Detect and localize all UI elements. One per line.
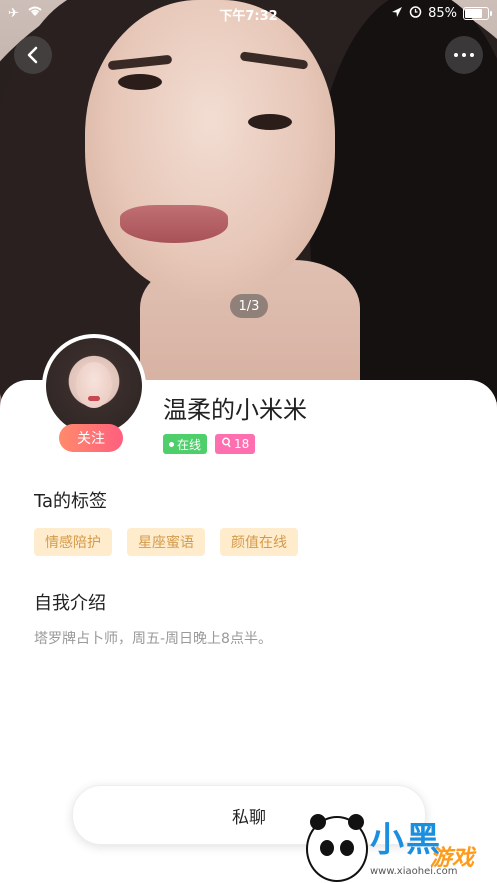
intro-text: 塔罗牌占卜师，周五-周日晚上8点半。	[34, 631, 272, 647]
back-button[interactable]	[14, 36, 52, 74]
tag-list: 情感陪护 星座蜜语 颜值在线	[34, 528, 298, 556]
watermark-logo: 小黑 游戏 www.xiaohei.com	[300, 810, 497, 883]
more-icon	[454, 53, 474, 57]
status-bar: ✈ 下午7:32 85%	[0, 0, 497, 26]
location-icon	[391, 6, 403, 22]
tag-item: 情感陪护	[34, 528, 112, 556]
alarm-icon	[409, 5, 422, 22]
photo-pager: 1/3	[230, 294, 268, 318]
tag-item: 颜值在线	[220, 528, 298, 556]
panda-icon	[306, 814, 368, 882]
age-badge: 18	[215, 434, 256, 454]
battery-percent: 85%	[428, 6, 457, 21]
online-dot-icon	[169, 441, 174, 447]
online-badge: 在线	[163, 434, 208, 454]
female-icon	[221, 437, 231, 452]
tags-title: Ta的标签	[34, 491, 108, 512]
intro-title: 自我介绍	[34, 593, 106, 614]
tag-item: 星座蜜语	[127, 528, 205, 556]
more-button[interactable]	[445, 36, 483, 74]
avatar[interactable]	[42, 334, 146, 438]
profile-name: 温柔的小米米	[163, 396, 307, 424]
online-label: 在线	[177, 437, 202, 452]
follow-button[interactable]: 关注	[59, 424, 123, 452]
profile-badges: 在线 18	[163, 434, 256, 454]
age-label: 18	[234, 437, 250, 451]
battery-icon	[463, 7, 492, 20]
watermark-url: www.xiaohei.com	[370, 866, 458, 877]
back-icon	[27, 46, 38, 64]
